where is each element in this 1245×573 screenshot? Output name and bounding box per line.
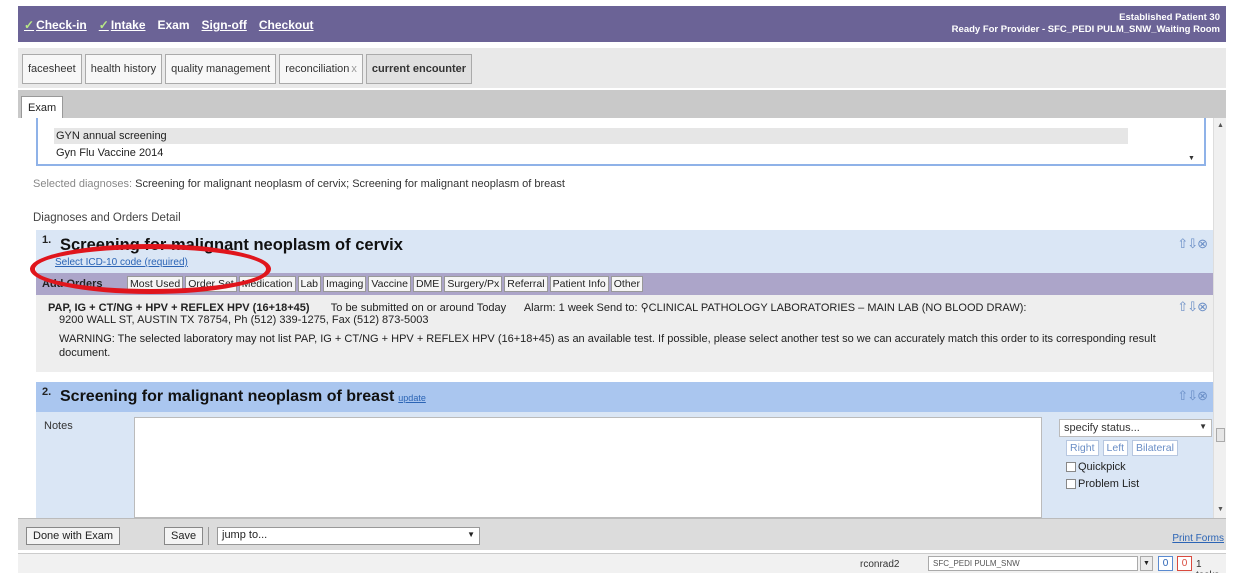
order-warning: WARNING: The selected laboratory may not…	[59, 333, 1156, 359]
exam-content: GYN annual screening Gyn Flu Vaccine 201…	[20, 118, 1213, 518]
list-item[interactable]: Gyn Flu Vaccine 2014	[56, 147, 163, 159]
diagnosis-number: 1.	[42, 234, 52, 246]
diagnosis-title: Screening for malignant neoplasm of brea…	[60, 388, 426, 405]
update-link[interactable]: update	[398, 393, 426, 403]
tab-quality-management[interactable]: quality management	[165, 54, 277, 84]
notes-textarea[interactable]	[134, 417, 1042, 518]
diagnosis-listbox[interactable]: GYN annual screening Gyn Flu Vaccine 201…	[36, 118, 1206, 166]
check-icon: ✓	[24, 18, 35, 32]
order-reorder-remove-controls[interactable]: ⇧⇩⊗	[1177, 299, 1208, 315]
nav-intake[interactable]: ✓ Intake	[99, 18, 146, 32]
tab-current-encounter[interactable]: current encounter	[365, 54, 473, 84]
reorder-remove-controls[interactable]: ⇧⇩⊗	[1177, 236, 1208, 252]
nav-checkout[interactable]: Checkout	[259, 18, 314, 32]
laterality-bilateral-button[interactable]: Bilateral	[1132, 440, 1178, 456]
current-user: rconrad2	[860, 559, 900, 570]
listbox-scrollbar[interactable]: ▼	[1188, 120, 1200, 162]
laterality-buttons: Right Left Bilateral	[1066, 440, 1182, 456]
laterality-right-button[interactable]: Right	[1066, 440, 1099, 456]
problem-list-checkbox[interactable]: Problem List	[1066, 478, 1139, 490]
status-bar: rconrad2 SFC_PEDI PULM_SNW ▼ 0 0 1 tasks	[18, 553, 1226, 573]
patient-status: Established Patient 30 Ready For Provide…	[951, 12, 1220, 35]
orders-dme-button[interactable]: DME	[412, 276, 443, 292]
chevron-down-icon[interactable]: ▼	[1140, 556, 1153, 571]
location-select[interactable]: SFC_PEDI PULM_SNW	[928, 556, 1138, 571]
orders-imaging-button[interactable]: Imaging	[323, 276, 367, 292]
top-nav-bar: ✓ Check-in ✓ Intake Exam Sign-off Checkout…	[18, 6, 1226, 42]
orders-patient-info-button[interactable]: Patient Info	[549, 276, 609, 292]
done-with-exam-button[interactable]: Done with Exam	[26, 527, 121, 545]
scroll-down-icon[interactable]: ▼	[1188, 155, 1195, 162]
orders-vaccine-button[interactable]: Vaccine	[368, 276, 411, 292]
section-tabs-row: Exam	[18, 90, 1226, 118]
annotation-circle	[30, 244, 271, 294]
diagnosis-number: 2.	[42, 386, 52, 398]
nav-signoff[interactable]: Sign-off	[202, 18, 247, 32]
check-icon: ✓	[98, 18, 109, 32]
orders-surgery-button[interactable]: Surgery/Px	[444, 276, 503, 292]
bottom-action-bar: Done with Exam Save jump to... ▼ Print Fo…	[18, 518, 1226, 550]
notes-label: Notes	[44, 420, 73, 432]
reorder-remove-controls[interactable]: ⇧⇩⊗	[1177, 388, 1208, 404]
content-scrollbar[interactable]: ▲ ▼	[1213, 118, 1226, 518]
scroll-down-icon[interactable]: ▼	[1217, 506, 1224, 513]
scroll-grip[interactable]	[1216, 428, 1225, 442]
close-icon[interactable]: x	[351, 63, 357, 75]
order-alarm: Alarm: 1 week Send to:	[523, 302, 638, 314]
nav-exam[interactable]: Exam	[158, 18, 190, 32]
jump-to-select[interactable]: jump to... ▼	[217, 527, 480, 545]
chevron-down-icon: ▼	[467, 530, 475, 539]
chart-tabs-row: facesheet health history quality managem…	[18, 48, 1226, 88]
orders-referral-button[interactable]: Referral	[504, 276, 548, 292]
notification-count-blue[interactable]: 0	[1158, 556, 1173, 571]
order-schedule: To be submitted on or around Today	[330, 302, 507, 314]
nav-checkin[interactable]: ✓ Check-in	[24, 18, 87, 32]
quickpick-checkbox[interactable]: Quickpick	[1066, 461, 1126, 473]
chevron-down-icon: ▼	[1199, 422, 1207, 431]
order-name: PAP, IG + CT/NG + HPV + REFLEX HPV (16+1…	[48, 302, 310, 314]
lab-icon: ⚲	[640, 302, 649, 314]
scroll-up-icon[interactable]: ▲	[1217, 122, 1224, 129]
list-item[interactable]: GYN annual screening	[54, 128, 1128, 144]
orders-other-button[interactable]: Other	[610, 276, 643, 292]
tab-health-history[interactable]: health history	[84, 54, 163, 84]
notification-count-red[interactable]: 0	[1177, 556, 1192, 571]
order-row[interactable]: PAP, IG + CT/NG + HPV + REFLEX HPV (16+1…	[36, 295, 1213, 372]
order-address: 9200 WALL ST, AUSTIN TX 78754, Ph (512) …	[59, 314, 429, 326]
selected-diagnoses: Selected diagnoses: Screening for malign…	[33, 178, 565, 190]
tab-facesheet[interactable]: facesheet	[22, 54, 82, 84]
tab-exam[interactable]: Exam	[21, 96, 64, 118]
tab-reconciliation[interactable]: reconciliation x	[279, 54, 363, 84]
order-lab: CLINICAL PATHOLOGY LABORATORIES – MAIN L…	[648, 302, 1027, 314]
diagnosis-panel-2: 2. Screening for malignant neoplasm of b…	[36, 382, 1213, 518]
status-select[interactable]: specify status... ▼	[1059, 419, 1212, 437]
workflow-nav: ✓ Check-in ✓ Intake Exam Sign-off Checkout	[24, 18, 326, 32]
section-heading: Diagnoses and Orders Detail	[33, 212, 181, 224]
tasks-count[interactable]: 1 tasks	[1196, 559, 1226, 573]
orders-lab-button[interactable]: Lab	[297, 276, 322, 292]
save-button[interactable]: Save	[164, 527, 204, 545]
print-forms-link[interactable]: Print Forms	[1172, 533, 1224, 544]
laterality-left-button[interactable]: Left	[1102, 440, 1129, 456]
